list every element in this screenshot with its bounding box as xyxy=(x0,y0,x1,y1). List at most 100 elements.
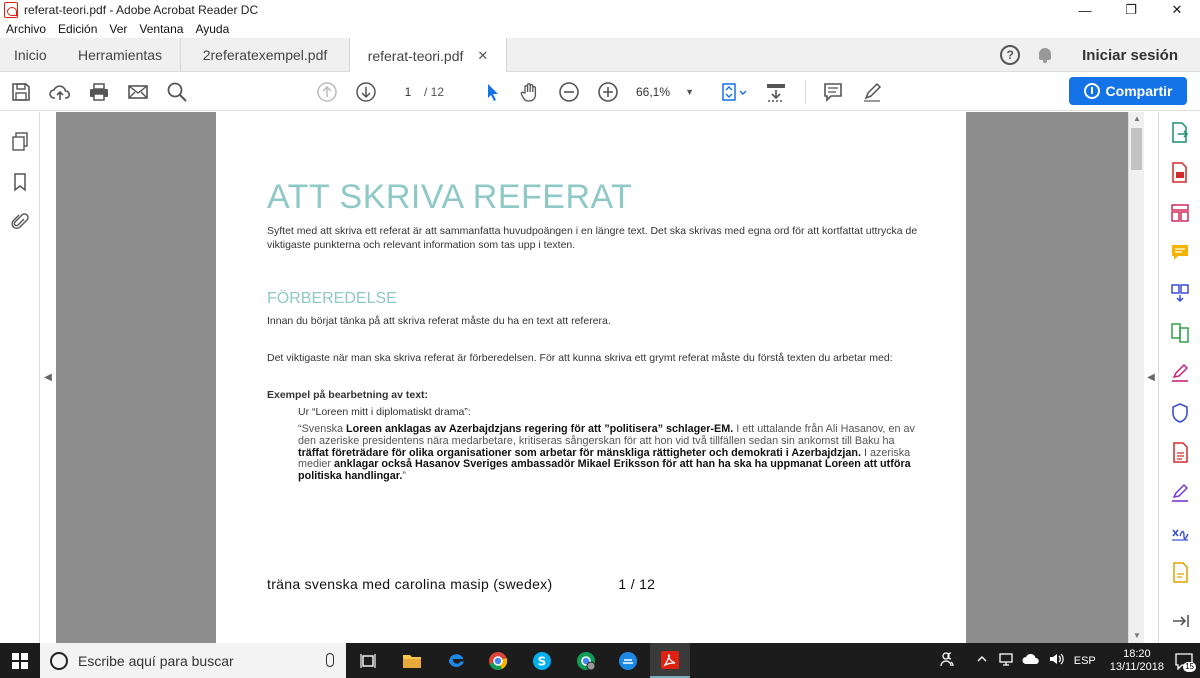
quote-text: “Svenska xyxy=(298,423,347,435)
share-upload-icon xyxy=(1083,83,1100,99)
more-tools-icon[interactable] xyxy=(1170,562,1190,584)
page-thumbnails-icon[interactable] xyxy=(11,132,29,152)
close-button[interactable]: ✕ xyxy=(1154,0,1200,20)
minimize-button[interactable]: — xyxy=(1062,0,1108,20)
page-number-input[interactable]: 1 xyxy=(392,82,424,102)
collapse-right-pane-icon[interactable]: ◀ xyxy=(1144,112,1158,643)
zoom-out-icon[interactable] xyxy=(557,80,581,104)
acrobat-app-icon xyxy=(4,2,18,18)
bell-icon[interactable] xyxy=(1038,47,1052,63)
vertical-scrollbar[interactable]: ▲ ▼ xyxy=(1128,112,1144,643)
clock-time: 18:20 xyxy=(1123,647,1151,660)
people-icon[interactable] xyxy=(940,651,956,670)
tab-home[interactable]: Inicio xyxy=(14,38,47,72)
zoom-in-icon[interactable] xyxy=(596,80,620,104)
select-cursor-icon[interactable] xyxy=(480,80,504,104)
windows-start-icon[interactable] xyxy=(0,643,40,678)
document-title: ATT SKRIVA REFERAT xyxy=(267,178,633,216)
comment-icon[interactable] xyxy=(821,80,845,104)
menu-ayuda[interactable]: Ayuda xyxy=(195,22,229,36)
email-icon[interactable] xyxy=(126,80,150,104)
tab-document-2referatexempel[interactable]: 2referatexempel.pdf xyxy=(180,38,350,72)
menu-archivo[interactable]: Archivo xyxy=(6,22,46,36)
tab-close-icon[interactable]: ✕ xyxy=(477,48,488,64)
menu-edicion[interactable]: Edición xyxy=(58,22,97,36)
document-viewer[interactable]: ATT SKRIVA REFERAT Syftet med att skriva… xyxy=(56,112,1128,643)
footer-text: träna svenska med carolina masip (swedex… xyxy=(267,576,553,592)
menu-bar: Archivo Edición Ver Ventana Ayuda xyxy=(0,20,1200,38)
search-icon[interactable] xyxy=(165,80,189,104)
menu-ventana[interactable]: Ventana xyxy=(139,22,183,36)
windows-taskbar: Escribe aquí para buscar S ESP 18:20 13/… xyxy=(0,643,1200,678)
help-icon[interactable]: ? xyxy=(1000,45,1021,65)
header-right: ? Iniciar sesión xyxy=(1000,38,1200,72)
quote-bold: anklagar också Hasanov Sveriges ambassad… xyxy=(298,458,911,483)
maximize-button[interactable]: ❐ xyxy=(1108,0,1154,20)
cloud-icon[interactable] xyxy=(1022,653,1040,668)
comment-tool-icon[interactable] xyxy=(1170,242,1190,264)
share-button[interactable]: Compartir xyxy=(1069,77,1187,105)
next-page-icon[interactable] xyxy=(354,80,378,104)
scrollbar-thumb[interactable] xyxy=(1131,128,1142,170)
optimize-pdf-icon[interactable] xyxy=(1170,442,1190,464)
taskbar-search-input[interactable]: Escribe aquí para buscar xyxy=(40,643,346,678)
volume-icon[interactable] xyxy=(1048,651,1064,670)
collapse-tools-icon[interactable] xyxy=(1170,610,1190,632)
save-icon[interactable] xyxy=(9,80,33,104)
task-view-icon[interactable] xyxy=(348,643,388,678)
paragraph-1: Innan du börjat tänka på att skriva refe… xyxy=(267,315,611,327)
quote-text: ” xyxy=(402,470,406,483)
weather-app-icon[interactable] xyxy=(608,643,648,678)
organize-pages-icon[interactable] xyxy=(1170,202,1190,224)
section-heading: FÖRBEREDELSE xyxy=(267,290,397,307)
export-pdf-icon[interactable] xyxy=(1170,122,1190,144)
chrome-profile-icon[interactable] xyxy=(566,643,606,678)
send-for-signature-icon[interactable] xyxy=(1170,482,1190,504)
collapse-left-pane-icon[interactable]: ◀ xyxy=(40,112,56,643)
combine-files-icon[interactable] xyxy=(1170,282,1190,304)
scroll-up-icon[interactable]: ▲ xyxy=(1129,112,1145,126)
system-clock[interactable]: 18:20 13/11/2018 xyxy=(1110,648,1164,674)
network-icon[interactable] xyxy=(998,651,1014,670)
microphone-icon[interactable] xyxy=(326,653,334,667)
cloud-upload-icon[interactable] xyxy=(48,80,72,104)
zoom-level-select[interactable]: 66,1% ▼ xyxy=(636,82,696,102)
protect-shield-icon[interactable] xyxy=(1170,402,1190,424)
tab-document-referat-teori[interactable]: referat-teori.pdf ✕ xyxy=(350,38,507,73)
window-title: referat-teori.pdf - Adobe Acrobat Reader… xyxy=(24,3,259,17)
certificates-icon[interactable] xyxy=(1170,522,1190,544)
system-tray: ESP 18:20 13/11/2018 15 xyxy=(940,643,1200,678)
menu-ver[interactable]: Ver xyxy=(109,22,127,36)
acrobat-taskbar-icon[interactable] xyxy=(650,643,690,678)
fit-page-icon[interactable] xyxy=(718,80,750,104)
bookmark-icon[interactable] xyxy=(11,172,29,192)
title-bar: referat-teori.pdf - Adobe Acrobat Reader… xyxy=(0,0,1200,20)
scroll-mode-icon[interactable] xyxy=(764,80,788,104)
compare-files-icon[interactable] xyxy=(1170,322,1190,344)
sign-in-button[interactable]: Iniciar sesión xyxy=(1082,47,1178,64)
highlight-pen-icon[interactable] xyxy=(860,80,884,104)
previous-page-icon[interactable] xyxy=(315,80,339,104)
create-pdf-icon[interactable] xyxy=(1170,162,1190,184)
fill-sign-icon[interactable] xyxy=(1170,362,1190,384)
attachment-icon[interactable] xyxy=(11,212,29,232)
tab-tools[interactable]: Herramientas xyxy=(78,38,162,72)
print-icon[interactable] xyxy=(87,80,111,104)
chevron-down-icon: ▼ xyxy=(685,87,694,97)
file-explorer-icon[interactable] xyxy=(392,643,432,678)
page-total: / 12 xyxy=(424,85,445,99)
cortana-icon xyxy=(50,651,68,670)
edge-browser-icon[interactable] xyxy=(436,643,476,678)
chrome-icon[interactable] xyxy=(478,643,518,678)
example-source: Ur “Loreen mitt i diplomatiskt drama”: xyxy=(298,406,471,418)
left-navigation-pane xyxy=(0,112,40,643)
input-language[interactable]: ESP xyxy=(1074,655,1096,667)
tray-chevron-up-icon[interactable] xyxy=(976,653,988,668)
tab-bar: Inicio Herramientas 2referatexempel.pdf … xyxy=(0,38,1200,73)
share-label: Compartir xyxy=(1105,83,1173,99)
scroll-down-icon[interactable]: ▼ xyxy=(1129,629,1145,643)
footer-page-number: 1 / 12 xyxy=(618,576,656,592)
skype-icon[interactable]: S xyxy=(522,643,562,678)
notifications-icon[interactable]: 15 xyxy=(1174,652,1196,672)
hand-tool-icon[interactable] xyxy=(518,80,542,104)
